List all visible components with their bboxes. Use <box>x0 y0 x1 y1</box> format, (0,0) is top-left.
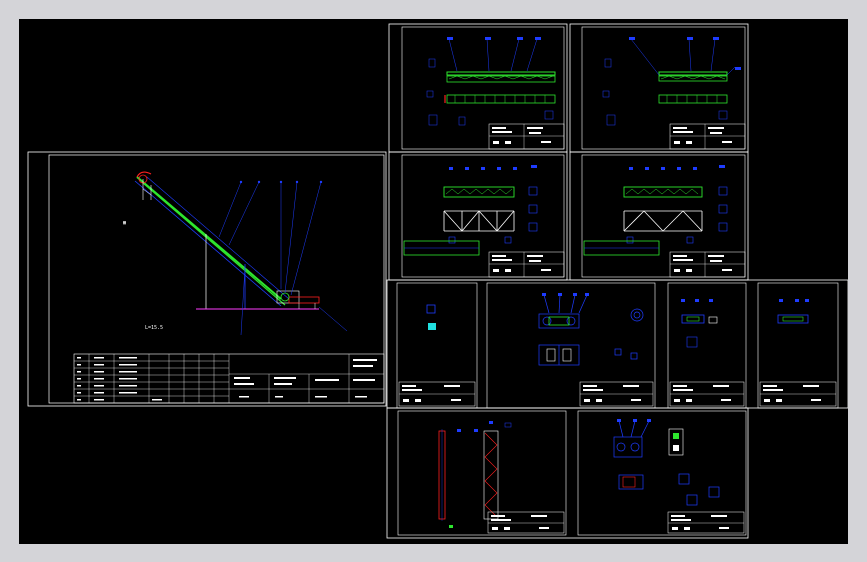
cad-drawing: ▦ <box>27 23 849 539</box>
main-length-label: L=15.5 <box>145 325 164 331</box>
svg-text:▦: ▦ <box>123 220 126 226</box>
sheet-truss-elevation-2[interactable] <box>569 151 749 281</box>
sheet-bracket-2[interactable] <box>757 282 839 409</box>
main-sheet[interactable]: ▦ <box>27 151 387 407</box>
sheet-conveyor-plan-2[interactable] <box>569 23 749 153</box>
sheet-bracket-1[interactable] <box>667 282 747 409</box>
sheet-drive-assembly[interactable] <box>486 282 656 409</box>
cad-model-space[interactable]: ▦ L=15.5 <box>19 19 849 544</box>
sheet-conveyor-plan-1[interactable] <box>388 23 568 153</box>
sheet-truss-elevation-1[interactable] <box>388 151 568 281</box>
sheet-vertical-leg[interactable] <box>397 410 567 536</box>
main-parts-table <box>73 353 385 404</box>
sheet-motor-unit[interactable] <box>577 410 747 536</box>
sheet-small-part[interactable] <box>396 282 478 409</box>
inclined-conveyor: ▦ <box>123 171 348 336</box>
